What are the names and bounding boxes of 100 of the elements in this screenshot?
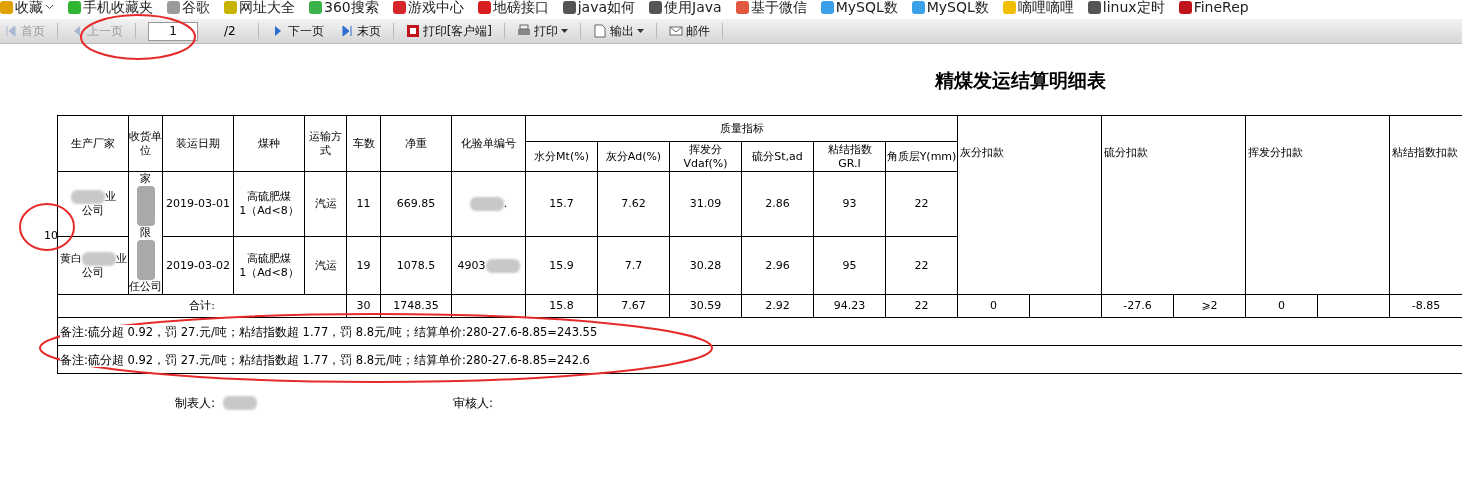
column-header: 运输方式 [304,115,347,172]
bookmark-link[interactable]: linux定时 [1087,0,1165,17]
report-title: 精煤发运结算明细表 [933,68,1107,93]
column-header: 装运日期 [162,115,234,172]
column-header: 车数 [346,115,381,172]
printer-icon [517,24,532,38]
redaction-blur [81,251,116,266]
table-cell: 0 [1245,294,1318,318]
bookmark-link[interactable]: 游戏中心 [392,0,464,17]
table-cell: 669.85 [380,171,452,237]
bookmark-link[interactable]: 手机收藏夹 [68,0,153,17]
cell-text: 公司 [82,265,104,279]
cell-text: 家 [139,172,152,186]
table-cell: 高硫肥煤 1（Ad<8） [233,171,305,237]
bookmark-link[interactable]: FineRep [1178,0,1249,17]
bookmark-link[interactable]: MySQL数 [911,0,989,17]
bookmark-link[interactable]: 360搜索 [309,0,379,17]
table-cell: 2.86 [741,171,814,237]
table-cell: 汽运 [304,171,347,237]
envelope-icon [669,24,684,38]
column-header: 硫分St,ad [741,141,814,172]
table-cell: 2.92 [741,294,814,318]
column-header: 挥发分 Vdaf(%) [669,141,742,172]
toolbar-button[interactable]: 打印 [513,22,573,40]
bookmark-link[interactable]: 基于微信 [735,0,807,17]
table-cell: 15.9 [525,236,598,295]
cell-text: 黄白 [59,251,82,265]
row-number: 10 [44,228,58,244]
cell-text: . [503,197,508,211]
toolbar-button[interactable]: 输出 [589,22,649,40]
table-cell: 高硫肥煤 1（Ad<8） [233,236,305,295]
table-cell: 30.59 [669,294,742,318]
column-header: 收货单位 [128,115,163,172]
table-cell: 7.7 [597,236,670,295]
table-cell: 95 [813,236,886,295]
redaction-blur [485,258,520,273]
bookmark-link[interactable]: 嘀哩嘀哩 [1002,0,1074,17]
column-header: 质量指标 [525,115,958,142]
cell-text: 业 [115,251,127,265]
column-header: 挥发分扣款 [1245,115,1390,295]
toolbar-button[interactable]: 打印[客户端] [401,22,497,40]
cell-text: 公司 [82,204,104,218]
column-header: 净重 [380,115,452,172]
page-total: /2 [224,23,236,40]
table-cell: 1748.35 [380,294,452,318]
bookmark-link[interactable]: 收藏 [0,0,54,17]
bookmark-link[interactable]: java如何 [562,0,636,17]
table-cell: 22 [885,294,958,318]
bookmark-link[interactable]: 网址大全 [224,0,295,17]
column-header: 煤种 [233,115,305,172]
redaction-blur [70,190,105,205]
bookmark-link[interactable]: 使用Java [649,0,722,17]
toolbar-button[interactable]: 邮件 [665,22,715,40]
bookmark-link[interactable]: 谷歌 [167,0,210,17]
table-cell: -27.6 [1101,294,1174,318]
cell-text: 业 [104,190,116,204]
table-cell: 30.28 [669,236,742,295]
table-cell: 11 [346,171,381,237]
first-page-icon [4,24,18,38]
last-page-icon [339,24,354,38]
column-header: 灰分扣款 [957,115,1102,295]
column-header: 粘结指数 GR.I [813,141,886,172]
cell-text: 4903 [457,258,486,272]
total-label: 合计: [57,294,347,318]
table-cell: 0 [957,294,1030,318]
redaction-blur [469,197,504,212]
bookmark-link[interactable]: MySQL数 [820,0,898,17]
column-header: 水分Mt(%) [525,141,598,172]
signature-label: 制表人: [175,395,216,412]
table-cell: ⩾2 [1173,294,1246,318]
page-number-field[interactable]: 1 [148,21,198,41]
annotation-ellipse [19,203,75,251]
remark-text: 备注:硫分超 0.92，罚 27.元/吨；粘结指数超 1.77，罚 8.8元/吨；结算单价:280-27.6-8.85=242.6 [60,352,590,367]
table-cell: 汽运 [304,236,347,295]
cell-text: 任公司 [129,280,162,294]
table-cell: 93 [813,171,886,237]
table-cell: 1078.5 [380,236,452,295]
table-cell: 30 [346,294,381,318]
column-header: 化验单编号 [451,115,526,172]
column-header: 硫分扣款 [1101,115,1246,295]
table-cell: 94.23 [813,294,886,318]
remark-text: 备注:硫分超 0.92，罚 27.元/吨；粘结指数超 1.77，罚 8.8元/吨；结算单价:280-27.6-8.85=243.55 [60,324,598,339]
redaction-blur [136,186,155,226]
bookmark-link[interactable]: 地磅接口 [477,0,549,17]
table-cell: 7.67 [597,294,670,318]
table-cell: 7.62 [597,171,670,237]
redaction-blur [136,240,155,280]
column-header: 灰分Ad(%) [597,141,670,172]
table-cell: 19 [346,236,381,295]
column-header: 粘结指数扣款 [1389,115,1462,295]
cell-text: 限 [139,226,152,240]
signature-label: 审核人: [453,395,494,412]
table-cell: 31.09 [669,171,742,237]
column-header: 生产厂家 [57,115,129,172]
table-cell: 2019-03-02 [162,236,234,295]
toolbar-button[interactable]: 末页 [335,22,385,40]
table-cell: 2019-03-01 [162,171,234,237]
table-cell: 2.96 [741,236,814,295]
toolbar-button[interactable]: 下一页 [266,22,328,40]
table-cell: 15.7 [525,171,598,237]
